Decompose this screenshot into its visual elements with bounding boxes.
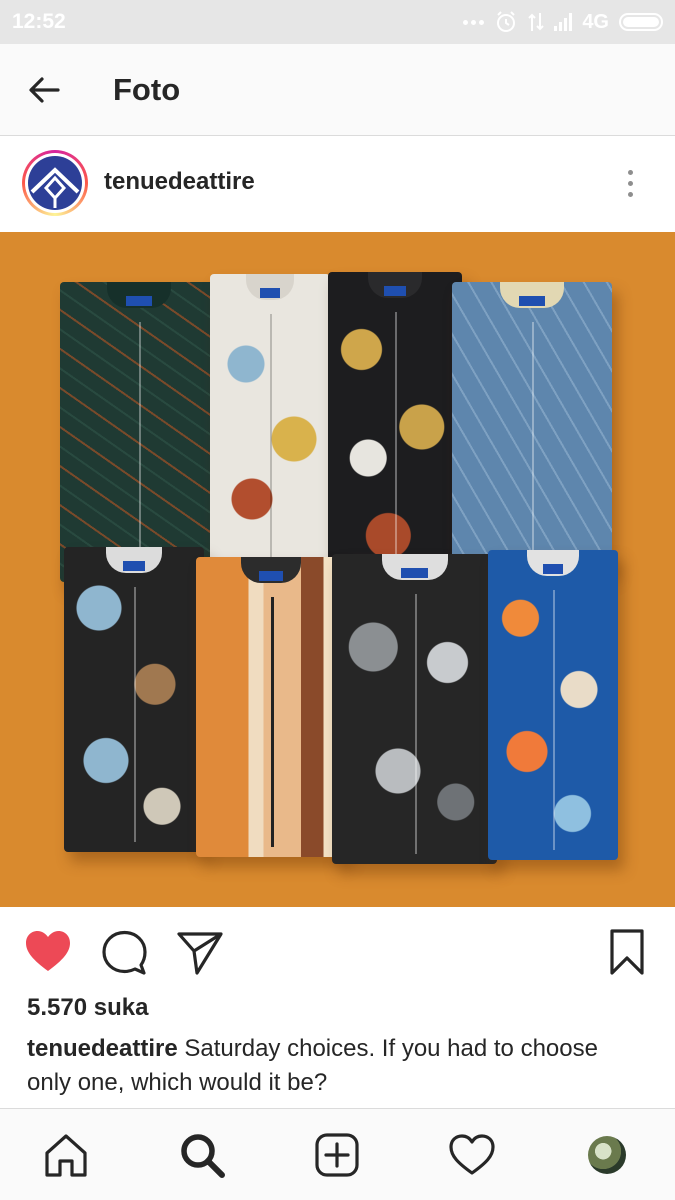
arrow-left-icon[interactable] xyxy=(24,70,64,110)
post-header: tenuedeattire xyxy=(0,136,675,232)
add-post-icon[interactable] xyxy=(313,1131,361,1179)
search-icon[interactable] xyxy=(178,1131,226,1179)
post-username[interactable]: tenuedeattire xyxy=(104,168,255,196)
bookmark-icon[interactable] xyxy=(602,927,652,977)
signal-icon xyxy=(554,13,573,31)
data-arrows-icon xyxy=(528,13,545,31)
battery-icon xyxy=(619,13,663,31)
shirt-grey-faces xyxy=(332,554,497,864)
post-caption: tenuedeattire Saturday choices. If you h… xyxy=(27,1032,647,1100)
status-time: 12:52 xyxy=(12,10,66,33)
network-type: 4G xyxy=(582,10,609,33)
page-title: Foto xyxy=(113,72,181,107)
bottom-navigation xyxy=(0,1108,675,1200)
likes-count[interactable]: 5.570 suka xyxy=(27,994,148,1022)
shirt-blue-orange-faces xyxy=(488,550,618,860)
post-avatar[interactable] xyxy=(22,150,88,216)
heart-icon[interactable] xyxy=(23,927,73,977)
status-icons: 4G xyxy=(463,8,663,36)
brand-logo-icon xyxy=(28,156,82,210)
caption-username[interactable]: tenuedeattire xyxy=(27,1035,178,1062)
post-photo[interactable] xyxy=(0,232,675,907)
profile-avatar[interactable] xyxy=(588,1136,626,1174)
app-header: Foto xyxy=(0,44,675,136)
home-icon[interactable] xyxy=(42,1131,90,1179)
shirt-white-faces xyxy=(210,274,330,574)
shirt-black-blue-faces xyxy=(64,547,204,852)
alarm-icon xyxy=(497,11,516,32)
shirt-blue-lines xyxy=(452,282,612,572)
more-vertical-icon[interactable] xyxy=(622,170,638,202)
activity-heart-icon[interactable] xyxy=(448,1131,496,1179)
shirt-orange-abstract xyxy=(196,557,346,857)
notification-dots-icon xyxy=(463,19,485,25)
status-bar: 12:52 4G xyxy=(0,0,675,44)
comment-icon[interactable] xyxy=(99,927,149,977)
post-actions xyxy=(0,907,675,997)
shirt-black-faces xyxy=(328,272,462,582)
share-icon[interactable] xyxy=(175,927,225,977)
shirt-dark-green xyxy=(60,282,218,582)
